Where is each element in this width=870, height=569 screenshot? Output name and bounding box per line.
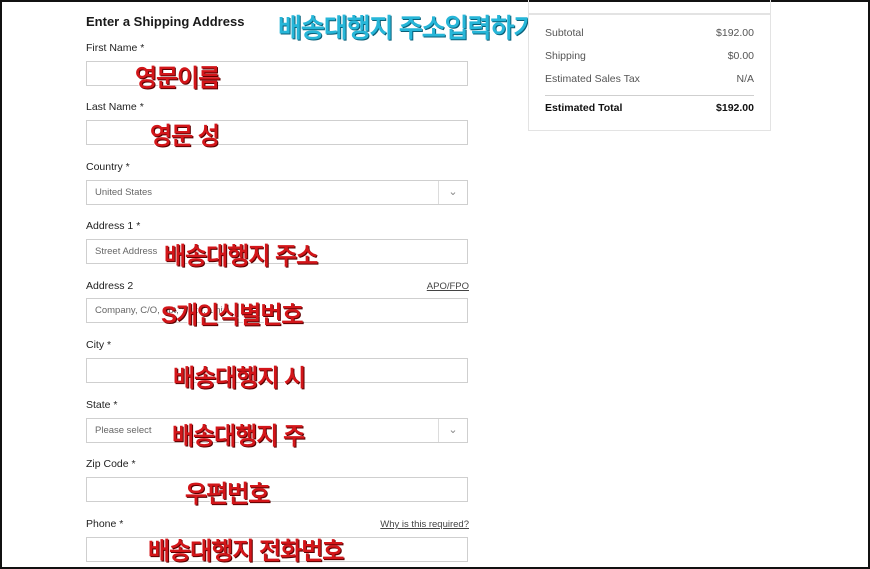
address2-label: Address 2 [86,280,134,292]
phone-field[interactable] [86,537,468,562]
shipping-label: Shipping [545,50,586,62]
chevron-down-icon: ⌄ [438,181,467,204]
apo-fpo-link[interactable]: APO/FPO [427,281,469,292]
total-label: Estimated Total [545,102,623,114]
last-name-label: Last Name * [86,101,144,113]
summary-divider [545,95,754,96]
total-value: $192.00 [716,102,754,114]
address2-field[interactable]: Company, C/O, Apt, Suite, Unit [86,298,468,323]
first-name-field[interactable] [86,61,468,86]
phone-label: Phone * [86,518,124,530]
country-select[interactable]: United States ⌄ [86,180,468,205]
country-selected-value: United States [95,187,153,198]
city-label: City * [86,339,112,351]
first-name-label: First Name * [86,42,145,54]
tax-row: Estimated Sales Tax N/A [545,73,754,85]
address1-field[interactable]: Street Address [86,239,468,264]
tax-value: N/A [736,73,754,85]
order-summary: Subtotal $192.00 Shipping $0.00 Estimate… [528,14,771,131]
country-label: Country * [86,161,130,173]
total-row: Estimated Total $192.00 [545,102,754,114]
city-field[interactable] [86,358,468,383]
address1-label: Address 1 * [86,220,141,232]
shipping-value: $0.00 [727,50,754,62]
state-selected-value: Please select [95,425,152,436]
subtotal-value: $192.00 [716,27,754,39]
address2-placeholder: Company, C/O, Apt, Suite, Unit [95,305,226,316]
subtotal-label: Subtotal [545,27,584,39]
summary-top-edge [528,0,771,14]
tax-label: Estimated Sales Tax [545,73,640,85]
last-name-field[interactable] [86,120,468,145]
annotation-banner: 배송대행지 주소입력하기 [278,13,537,43]
zip-label: Zip Code * [86,458,136,470]
shipping-row: Shipping $0.00 [545,50,754,62]
zip-field[interactable] [86,477,468,502]
state-label: State * [86,399,118,411]
form-title: Enter a Shipping Address [86,14,245,29]
state-select[interactable]: Please select ⌄ [86,418,468,443]
why-required-link[interactable]: Why is this required? [380,519,469,530]
subtotal-row: Subtotal $192.00 [545,27,754,39]
address1-placeholder: Street Address [95,246,158,257]
chevron-down-icon: ⌄ [438,419,467,442]
